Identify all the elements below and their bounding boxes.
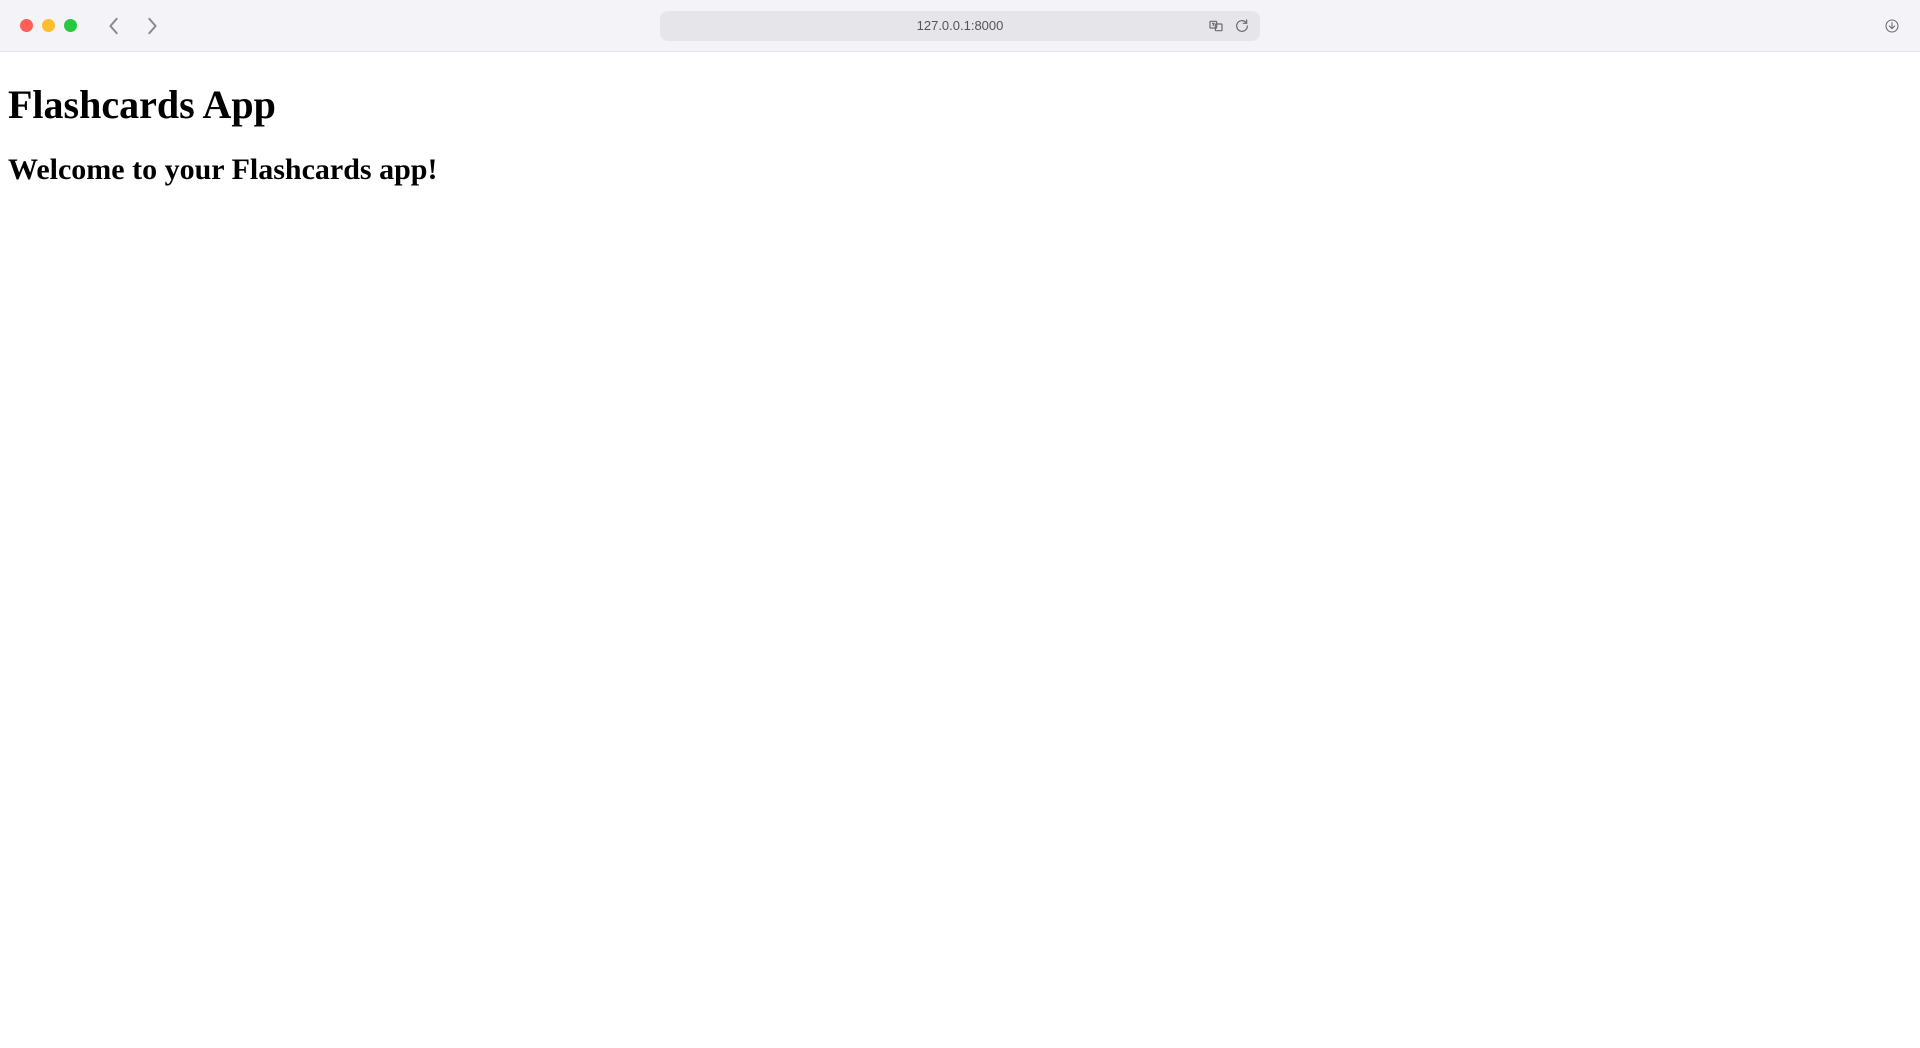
url-text: 127.0.0.1:8000 bbox=[917, 18, 1004, 33]
page-content: Flashcards App Welcome to your Flashcard… bbox=[0, 52, 1920, 220]
translate-button[interactable] bbox=[1208, 18, 1224, 34]
close-window-button[interactable] bbox=[20, 19, 33, 32]
chevron-left-icon bbox=[107, 17, 121, 35]
page-title: Flashcards App bbox=[8, 81, 1912, 128]
browser-toolbar: 127.0.0.1:8000 bbox=[0, 0, 1920, 52]
download-icon bbox=[1884, 18, 1900, 34]
toolbar-right bbox=[1884, 18, 1900, 34]
address-bar[interactable]: 127.0.0.1:8000 bbox=[660, 11, 1260, 41]
forward-button[interactable] bbox=[145, 17, 159, 35]
translate-icon bbox=[1208, 18, 1224, 34]
nav-buttons bbox=[107, 17, 159, 35]
page-subtitle: Welcome to your Flashcards app! bbox=[8, 153, 1912, 187]
address-bar-icons bbox=[1208, 18, 1250, 34]
chevron-right-icon bbox=[145, 17, 159, 35]
back-button[interactable] bbox=[107, 17, 121, 35]
downloads-button[interactable] bbox=[1884, 18, 1900, 34]
reload-icon bbox=[1234, 18, 1250, 34]
maximize-window-button[interactable] bbox=[64, 19, 77, 32]
window-controls bbox=[20, 19, 77, 32]
minimize-window-button[interactable] bbox=[42, 19, 55, 32]
reload-button[interactable] bbox=[1234, 18, 1250, 34]
